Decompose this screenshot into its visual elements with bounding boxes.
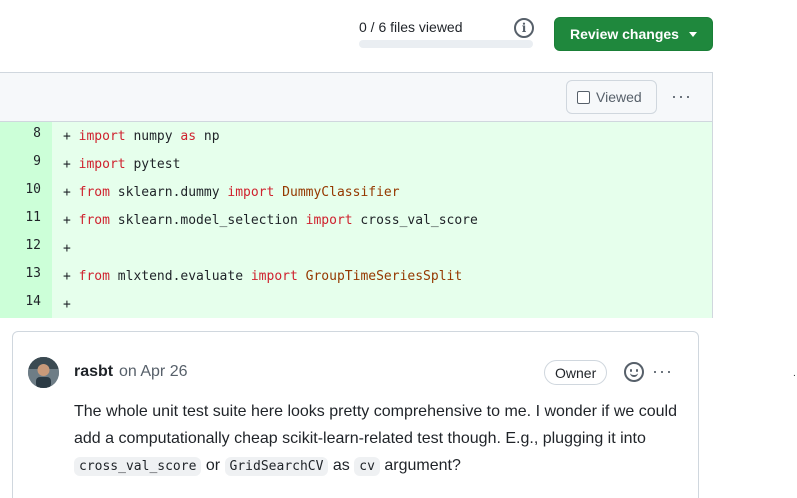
code-token: import bbox=[78, 128, 126, 144]
code-line: + import pytest bbox=[52, 157, 180, 172]
diff-line: 13 + from mlxtend.evaluate import GroupTi… bbox=[0, 262, 713, 290]
comment-author[interactable]: rasbt bbox=[74, 363, 113, 381]
code-token: cross_val_score bbox=[352, 212, 478, 228]
avatar[interactable] bbox=[28, 357, 59, 388]
edge-mark: . bbox=[793, 368, 796, 379]
code-token: from bbox=[78, 212, 110, 228]
diff-line: 9 + import pytest bbox=[0, 150, 713, 178]
files-viewed-progress bbox=[359, 40, 533, 48]
viewed-checkbox-button[interactable]: Viewed bbox=[566, 80, 657, 114]
code-token: sklearn.dummy bbox=[109, 184, 228, 200]
code-token: import bbox=[305, 212, 353, 228]
code-line: + from sklearn.model_selection import cr… bbox=[52, 213, 478, 228]
code-token: pytest bbox=[125, 156, 181, 172]
diff-line: 11 + from sklearn.model_selection import … bbox=[0, 206, 713, 234]
code-token: from bbox=[78, 184, 110, 200]
comment-text: or bbox=[201, 457, 225, 474]
owner-badge: Owner bbox=[544, 360, 608, 385]
line-number[interactable]: 11 bbox=[0, 206, 52, 234]
diff-line: 10 + from sklearn.dummy import DummyClass… bbox=[0, 178, 713, 206]
code-token: as bbox=[180, 128, 197, 144]
line-number[interactable]: 12 bbox=[0, 234, 52, 262]
code-line: + from mlxtend.evaluate import GroupTime… bbox=[52, 269, 462, 284]
code-diff: 8 + import numpy as np 9 + import pytest 10 +… bbox=[0, 122, 713, 318]
code-token: from bbox=[78, 268, 110, 284]
line-number[interactable]: 8 bbox=[0, 122, 52, 150]
file-kebab-icon[interactable]: ··· bbox=[671, 87, 692, 105]
code-token: mlxtend.evaluate bbox=[109, 268, 251, 284]
code-token: np bbox=[196, 128, 220, 144]
line-number[interactable]: 9 bbox=[0, 150, 52, 178]
comment-text: argument? bbox=[379, 457, 461, 474]
files-viewed-count: 0 / 6 files viewed bbox=[359, 19, 463, 35]
line-number[interactable]: 13 bbox=[0, 262, 52, 290]
code-token: + bbox=[63, 240, 71, 256]
inline-code: cv bbox=[354, 457, 380, 476]
comment-text: The whole unit test suite here looks pre… bbox=[74, 403, 677, 447]
code-token: + bbox=[63, 128, 79, 144]
code-token: import bbox=[250, 268, 298, 284]
code-line: + bbox=[52, 241, 71, 256]
info-icon[interactable]: i bbox=[514, 18, 534, 38]
code-token: + bbox=[63, 296, 71, 312]
review-changes-label: Review changes bbox=[570, 26, 679, 42]
code-token: + bbox=[63, 212, 79, 228]
diff-line: 12 + bbox=[0, 234, 713, 262]
code-token: import bbox=[78, 156, 126, 172]
inline-code: GridSearchCV bbox=[224, 457, 329, 476]
comment-date[interactable]: on Apr 26 bbox=[119, 363, 188, 381]
comment-body: The whole unit test suite here looks pre… bbox=[74, 398, 684, 480]
smiley-icon[interactable] bbox=[624, 362, 644, 382]
inline-code: cross_val_score bbox=[74, 457, 202, 476]
code-token: import bbox=[227, 184, 275, 200]
caret-down-icon bbox=[688, 31, 697, 37]
code-line: + bbox=[52, 297, 71, 312]
diff-line: 14 + bbox=[0, 290, 713, 318]
review-toolbar: 0 / 6 files viewed i Review changes bbox=[0, 0, 797, 72]
code-line: + from sklearn.dummy import DummyClassif… bbox=[52, 185, 400, 200]
diff-line: 8 + import numpy as np bbox=[0, 122, 713, 150]
comment-text: as bbox=[328, 457, 355, 474]
code-token: + bbox=[63, 184, 79, 200]
checkbox-icon[interactable] bbox=[577, 90, 590, 104]
file-header: Viewed ··· bbox=[0, 72, 713, 122]
viewed-label: Viewed bbox=[596, 89, 642, 105]
code-token: numpy bbox=[125, 128, 181, 144]
code-token: GroupTimeSeriesSplit bbox=[305, 268, 463, 284]
code-token: + bbox=[63, 156, 79, 172]
code-token: + bbox=[63, 268, 79, 284]
review-comment: rasbt on Apr 26 Owner ··· The whole unit… bbox=[12, 331, 699, 498]
code-token: sklearn.model_selection bbox=[109, 212, 306, 228]
line-number[interactable]: 10 bbox=[0, 178, 52, 206]
code-token: DummyClassifier bbox=[282, 184, 400, 200]
code-line: + import numpy as np bbox=[52, 129, 220, 144]
comment-kebab-icon[interactable]: ··· bbox=[652, 362, 673, 380]
line-number[interactable]: 14 bbox=[0, 290, 52, 318]
review-changes-button[interactable]: Review changes bbox=[554, 17, 713, 51]
